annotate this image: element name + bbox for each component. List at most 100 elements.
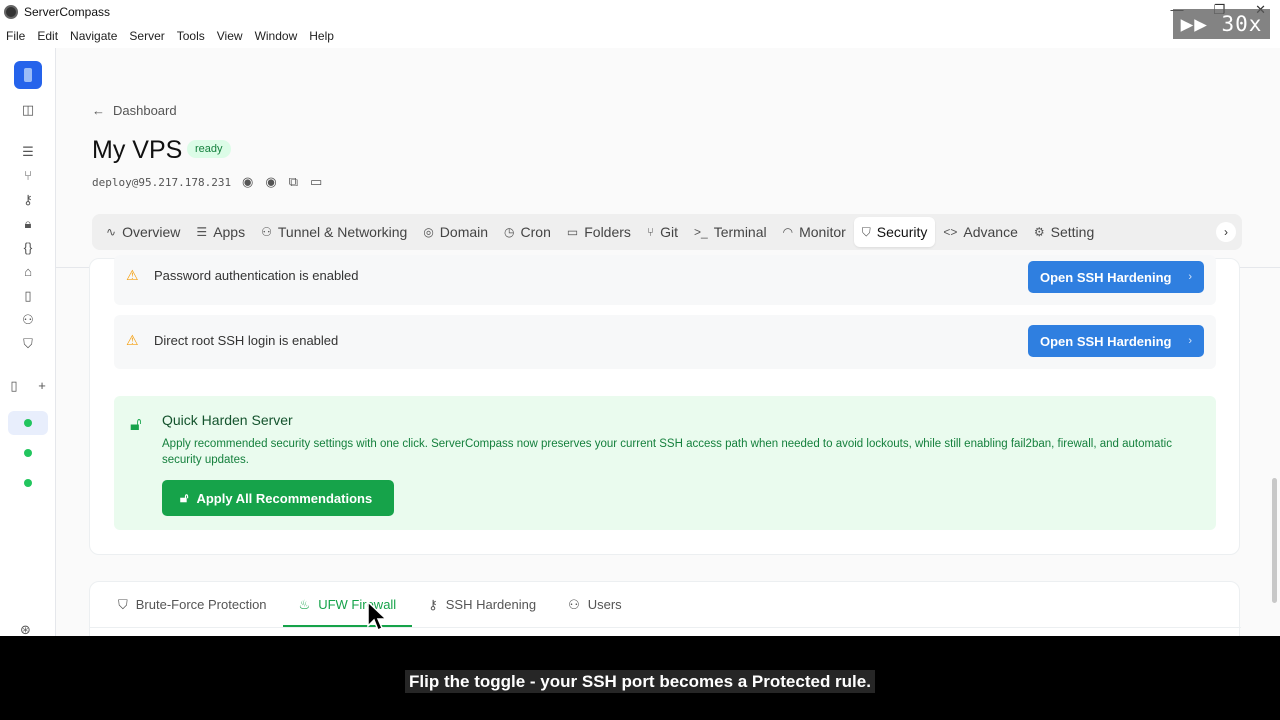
braces-icon[interactable]: {} [20, 240, 36, 256]
tab-tunnel-networking[interactable]: ⚇ Tunnel & Networking [253, 217, 415, 247]
subtab-label: Users [587, 597, 622, 612]
shield-icon[interactable]: ⛉ [20, 336, 36, 352]
network-icon: ⚇ [261, 225, 272, 239]
harden-description: Apply recommended security settings with… [162, 438, 1172, 466]
security-issue-row: ⚠ Direct root SSH login is enabled Open … [114, 315, 1216, 369]
add-icon[interactable]: + [34, 378, 50, 394]
server-status-dot[interactable] [24, 419, 32, 427]
clock-icon: ◷ [504, 225, 515, 239]
tab-git[interactable]: ⑂ Git [639, 217, 686, 247]
tab-label: Security [876, 224, 928, 240]
tab-overview[interactable]: ∿ Overview [98, 217, 188, 247]
lock-icon[interactable]: 🔒︎ [20, 216, 36, 232]
subtabs-divider [90, 627, 1241, 628]
menu-navigate[interactable]: Navigate [70, 29, 117, 43]
calendar-icon[interactable]: ▭ [310, 174, 322, 190]
tab-label: Git [660, 224, 679, 240]
document-icon[interactable]: ▯ [20, 288, 36, 304]
subtab-label: SSH Hardening [445, 597, 537, 612]
tab-advance[interactable]: <> Advance [935, 217, 1026, 247]
tab-label: Tunnel & Networking [277, 224, 408, 240]
server-status-dot[interactable] [24, 449, 32, 457]
caption-text: Flip the toggle - your SSH port becomes … [405, 670, 875, 693]
flame-icon: ♨ [298, 596, 311, 612]
menu-view[interactable]: View [217, 29, 243, 43]
open-ssh-hardening-button[interactable]: Open SSH Hardening › [1028, 325, 1204, 357]
gauge-icon: ◠ [782, 225, 794, 239]
tab-folders[interactable]: ▭ Folders [559, 217, 639, 247]
users-icon[interactable]: ⚇ [20, 312, 36, 328]
lock-icon: 🔓︎ [180, 490, 189, 505]
tab-security[interactable]: ⛉ Security [853, 217, 936, 247]
server-status-dot[interactable] [24, 479, 32, 487]
tab-monitor[interactable]: ◠ Monitor [775, 217, 854, 247]
host-actions: ◉ ◉ ⧉ ▭ [242, 174, 322, 190]
tab-label: Setting [1050, 224, 1095, 240]
menu-server[interactable]: Server [129, 29, 164, 43]
tab-apps[interactable]: ☰ Apps [188, 217, 253, 247]
page-title: My VPS [92, 136, 183, 164]
key-icon[interactable]: ⚷ [20, 192, 36, 208]
button-label: Open SSH Hardening [1040, 269, 1172, 285]
gear-icon: ⚙ [1033, 225, 1045, 239]
open-ssh-hardening-button[interactable]: Open SSH Hardening › [1028, 261, 1204, 293]
chevron-right-icon: › [1188, 335, 1192, 347]
eye-icon[interactable]: ◉ [242, 174, 253, 190]
menu-edit[interactable]: Edit [37, 29, 58, 43]
caption: Flip the toggle - your SSH port becomes … [0, 670, 1280, 693]
app-icon [4, 5, 18, 19]
subtab-ufw-firewall[interactable]: ♨ UFW Firewall [282, 582, 413, 627]
tab-label: Overview [122, 224, 181, 240]
back-to-dashboard-link[interactable]: ← Dashboard [92, 103, 177, 118]
tabs-scroll-right-button[interactable]: › [1216, 222, 1236, 242]
tab-label: Monitor [799, 224, 846, 240]
arrow-left-icon: ← [92, 103, 105, 118]
robot-icon[interactable]: ⌂ [20, 264, 36, 280]
eye-icon[interactable]: ◉ [265, 174, 276, 190]
tab-label: Terminal [713, 224, 767, 240]
warning-icon: ⚠ [126, 332, 139, 348]
issue-text: Password authentication is enabled [154, 268, 359, 283]
apply-all-recommendations-button[interactable]: 🔓︎ Apply All Recommendations [162, 480, 394, 516]
playback-speed-badge: ▶▶ 30x [1173, 9, 1270, 39]
folder-icon: ▭ [566, 225, 579, 239]
git-branch-icon: ⑂ [646, 225, 655, 239]
subtab-users[interactable]: ⚇ Users [552, 582, 638, 627]
servers-icon[interactable]: ☰ [20, 144, 36, 160]
status-badge: ready [187, 140, 231, 158]
lock-icon: 🔓︎ [130, 414, 142, 434]
sidebar-toggle-icon[interactable]: ◫ [20, 102, 36, 118]
main-scrollbar[interactable] [1272, 478, 1277, 603]
shield-icon: ⛉ [861, 224, 871, 239]
menu-tools[interactable]: Tools [177, 29, 205, 43]
menu-help[interactable]: Help [309, 29, 334, 43]
subtab-brute-force-protection[interactable]: ⛉ Brute-Force Protection [102, 582, 283, 627]
title-bar: ServerCompass — ❐ ✕ [0, 0, 1280, 24]
copy-icon[interactable]: ⧉ [289, 174, 298, 190]
harden-title: Quick Harden Server [162, 412, 293, 428]
tab-settings[interactable]: ⚙ Setting [1026, 217, 1098, 247]
menu-bar: File Edit Navigate Server Tools View Win… [0, 24, 1280, 48]
subtab-ssh-hardening[interactable]: ⚷ SSH Hardening [412, 582, 552, 627]
tab-label: Cron [520, 224, 551, 240]
tab-domain[interactable]: ◎ Domain [415, 217, 496, 247]
menu-file[interactable]: File [6, 29, 25, 43]
tab-label: Apps [213, 224, 246, 240]
menu-window[interactable]: Window [255, 29, 298, 43]
git-branch-icon[interactable]: ⑂ [20, 168, 36, 184]
security-subtabs: ⛉ Brute-Force Protection ♨ UFW Firewall ⚷ S… [90, 582, 638, 627]
tab-terminal[interactable]: >_ Terminal [686, 217, 775, 247]
app-logo-icon[interactable] [14, 61, 42, 89]
subtab-label: Brute-Force Protection [135, 597, 267, 612]
activity-icon: ∿ [106, 225, 117, 239]
left-rail: ◫ ☰ ⑂ ⚷ 🔒︎ {} ⌂ ▯ ⚇ ⛉ ▯ + ⊛ [0, 48, 56, 637]
tab-cron[interactable]: ◷ Cron [496, 217, 559, 247]
tab-label: Advance [963, 224, 1018, 240]
device-icon[interactable]: ▯ [6, 378, 22, 394]
button-label: Open SSH Hardening [1040, 333, 1172, 349]
main-content: ← Dashboard My VPS ready deploy@95.217.1… [56, 48, 1280, 636]
tab-label: Folders [584, 224, 631, 240]
server-tabs: ∿ Overview ☰ Apps ⚇ Tunnel & Networking ◎ Do… [92, 214, 1242, 250]
code-icon: <> [943, 225, 958, 239]
issue-text: Direct root SSH login is enabled [154, 333, 339, 348]
